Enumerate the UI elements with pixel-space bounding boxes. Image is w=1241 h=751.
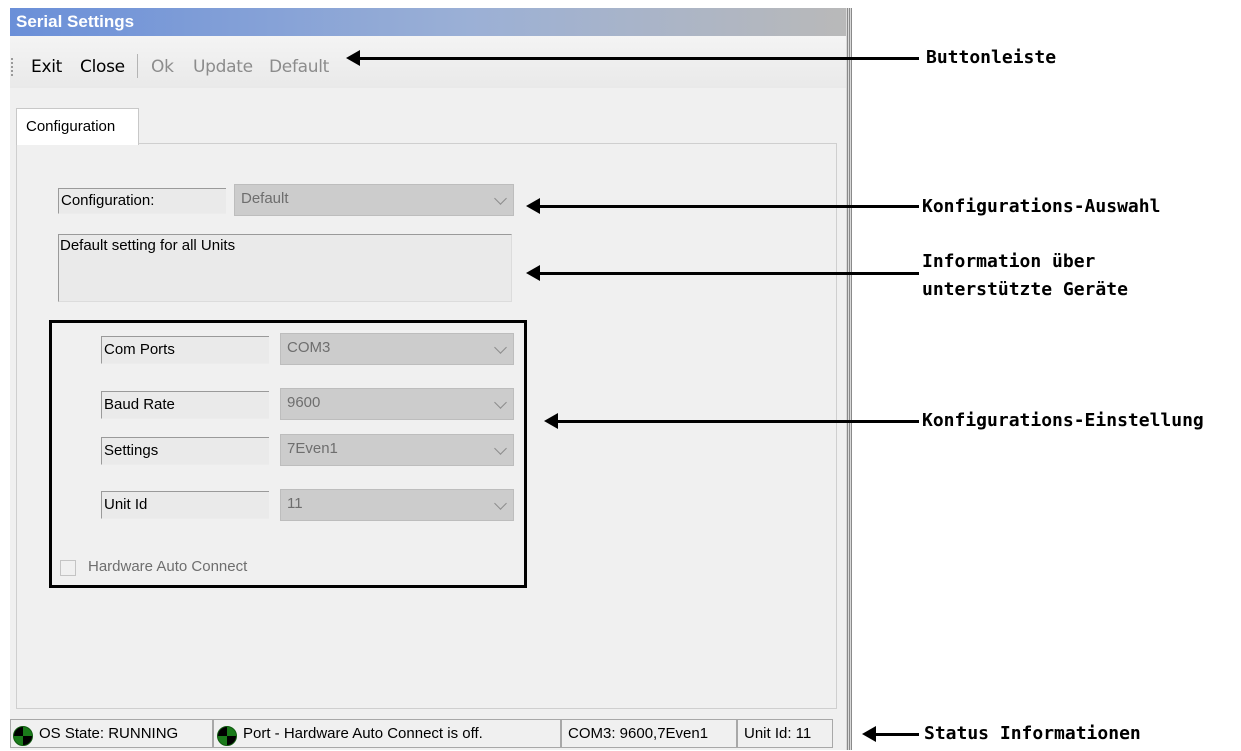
annotation-arrow — [526, 198, 919, 214]
annotation-konfig-einstellung: Konfigurations-Einstellung — [922, 410, 1204, 431]
update-button[interactable]: Update — [193, 56, 253, 78]
window-title: Serial Settings — [10, 8, 846, 36]
com-panel: COM3: 9600,7Even1 — [561, 719, 737, 748]
chevron-down-icon — [494, 192, 507, 205]
annotation-info-line2: unterstützte Geräte — [922, 279, 1128, 300]
os-state-panel: OS State: RUNNING — [10, 719, 213, 748]
hardware-auto-connect-checkbox[interactable] — [60, 560, 76, 576]
chevron-down-icon — [494, 341, 507, 354]
baud-rate-select[interactable]: 9600 — [280, 388, 514, 420]
annotation-arrow — [862, 726, 919, 742]
window-resize-border[interactable] — [846, 8, 852, 750]
settings-select[interactable]: 7Even1 — [280, 434, 514, 466]
toolbar-grip[interactable] — [11, 58, 13, 76]
annotation-arrow — [346, 50, 919, 66]
exit-button[interactable]: Exit — [31, 56, 62, 78]
settings-label: Settings — [101, 437, 269, 465]
status-led-icon — [13, 726, 33, 746]
chevron-down-icon — [494, 497, 507, 510]
toolbar-separator — [137, 54, 138, 78]
unit-id-label: Unit Id — [101, 491, 269, 519]
chevron-down-icon — [494, 396, 507, 409]
unit-id-select-value: 11 — [287, 495, 303, 512]
configuration-select[interactable]: Default — [234, 184, 514, 216]
baud-rate-label: Baud Rate — [101, 391, 269, 419]
chevron-down-icon — [494, 442, 507, 455]
com-ports-select[interactable]: COM3 — [280, 333, 514, 365]
annotation-buttonleiste: Buttonleiste — [926, 47, 1057, 68]
hardware-auto-connect-label: Hardware Auto Connect — [88, 558, 248, 575]
close-button[interactable]: Close — [80, 56, 125, 78]
os-state-text: OS State: RUNNING — [39, 725, 179, 742]
toolbar: Exit Close Ok Update Default — [10, 36, 846, 88]
settings-select-value: 7Even1 — [287, 440, 338, 457]
configuration-label: Configuration: — [58, 188, 226, 214]
com-ports-label: Com Ports — [101, 336, 269, 364]
status-led-icon — [217, 726, 237, 746]
tab-configuration[interactable]: Configuration — [16, 108, 139, 145]
baud-rate-select-value: 9600 — [287, 394, 321, 411]
default-button[interactable]: Default — [269, 56, 329, 78]
ok-button[interactable]: Ok — [151, 56, 174, 78]
status-bar: OS State: RUNNING Port - Hardware Auto C… — [10, 719, 846, 750]
configuration-select-value: Default — [241, 190, 289, 207]
configuration-info-text: Default setting for all Units — [58, 234, 512, 302]
com-status-text: COM3: 9600,7Even1 — [568, 725, 709, 742]
annotation-info-line1: Information über — [922, 251, 1096, 272]
annotation-konfig-auswahl: Konfigurations-Auswahl — [922, 196, 1161, 217]
unit-panel: Unit Id: 11 — [737, 719, 833, 748]
annotation-status-info: Status Informationen — [924, 723, 1141, 744]
unit-status-text: Unit Id: 11 — [744, 725, 812, 742]
com-ports-select-value: COM3 — [287, 339, 331, 356]
serial-settings-window: Serial Settings Exit Close Ok Update Def… — [10, 8, 847, 750]
port-panel: Port - Hardware Auto Connect is off. — [213, 719, 561, 748]
unit-id-select[interactable]: 11 — [280, 489, 514, 521]
port-status-text: Port - Hardware Auto Connect is off. — [243, 725, 483, 742]
annotation-arrow — [526, 265, 919, 281]
annotation-arrow — [544, 413, 919, 429]
